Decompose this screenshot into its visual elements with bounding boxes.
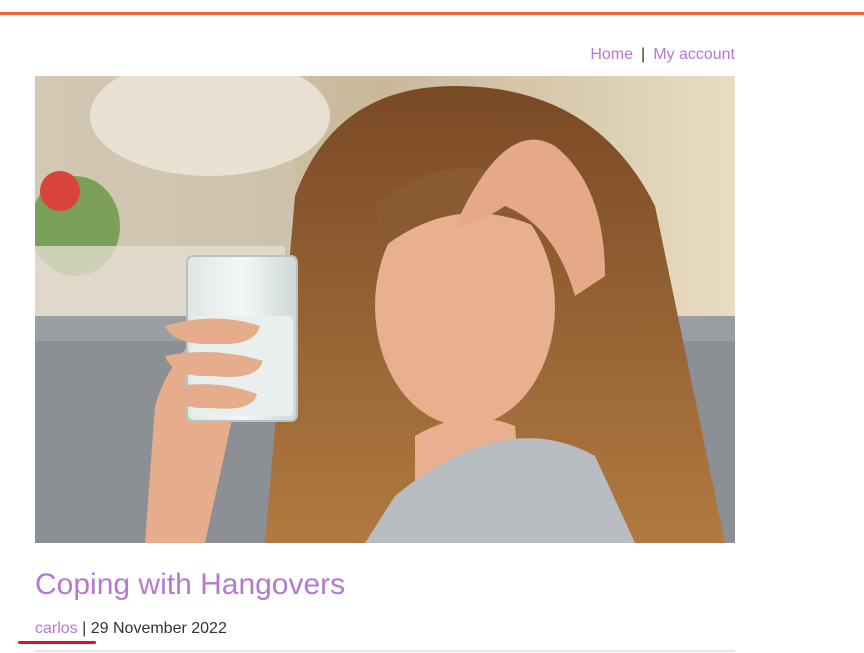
top-accent-bar bbox=[0, 12, 864, 15]
nav-separator: | bbox=[641, 46, 646, 63]
meta-separator: | bbox=[82, 620, 87, 637]
post-meta: carlos | 29 November 2022 bbox=[35, 620, 227, 638]
post-hero-image bbox=[35, 76, 735, 543]
nav-my-account-link[interactable]: My account bbox=[653, 46, 735, 63]
annotation-underline bbox=[18, 641, 96, 644]
post-date: 29 November 2022 bbox=[90, 620, 227, 637]
author-link[interactable]: carlos bbox=[35, 620, 78, 637]
nav-home-link[interactable]: Home bbox=[590, 46, 633, 63]
post-title: Coping with Hangovers bbox=[35, 568, 346, 601]
top-navigation: Home | My account bbox=[35, 46, 735, 64]
content-divider bbox=[35, 650, 735, 652]
